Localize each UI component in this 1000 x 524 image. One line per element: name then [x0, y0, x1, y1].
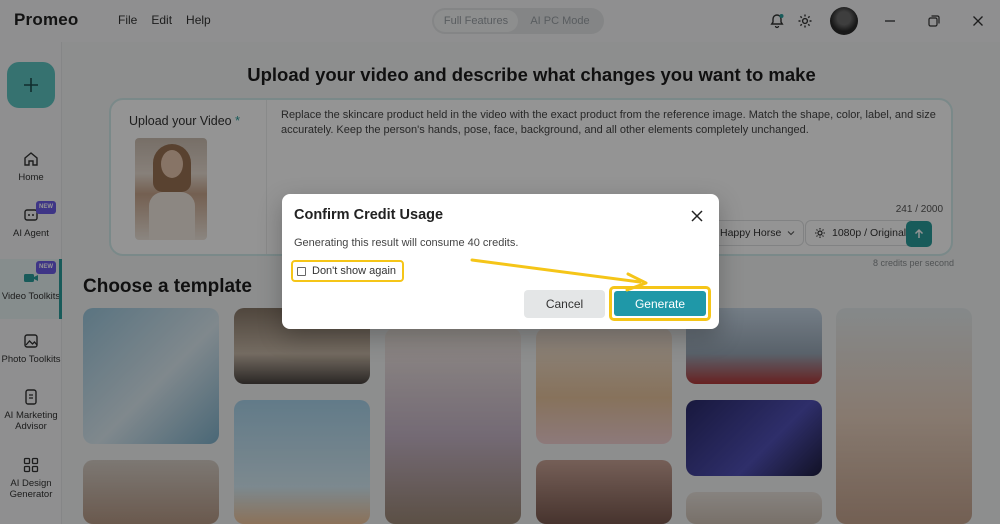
dont-show-again-checkbox[interactable] [297, 266, 306, 276]
dialog-message: Generating this result will consume 40 c… [294, 237, 519, 249]
dialog-title: Confirm Credit Usage [294, 207, 444, 223]
generate-button[interactable]: Generate [614, 291, 706, 316]
close-dialog-button[interactable] [687, 206, 707, 226]
confirm-credit-dialog: Confirm Credit Usage Generating this res… [282, 194, 719, 329]
generate-highlight: Generate [609, 286, 711, 321]
close-icon [691, 210, 703, 222]
checkbox-label: Don't show again [312, 265, 397, 277]
dont-show-again-option[interactable]: Don't show again [291, 260, 405, 282]
cancel-button[interactable]: Cancel [524, 290, 605, 318]
